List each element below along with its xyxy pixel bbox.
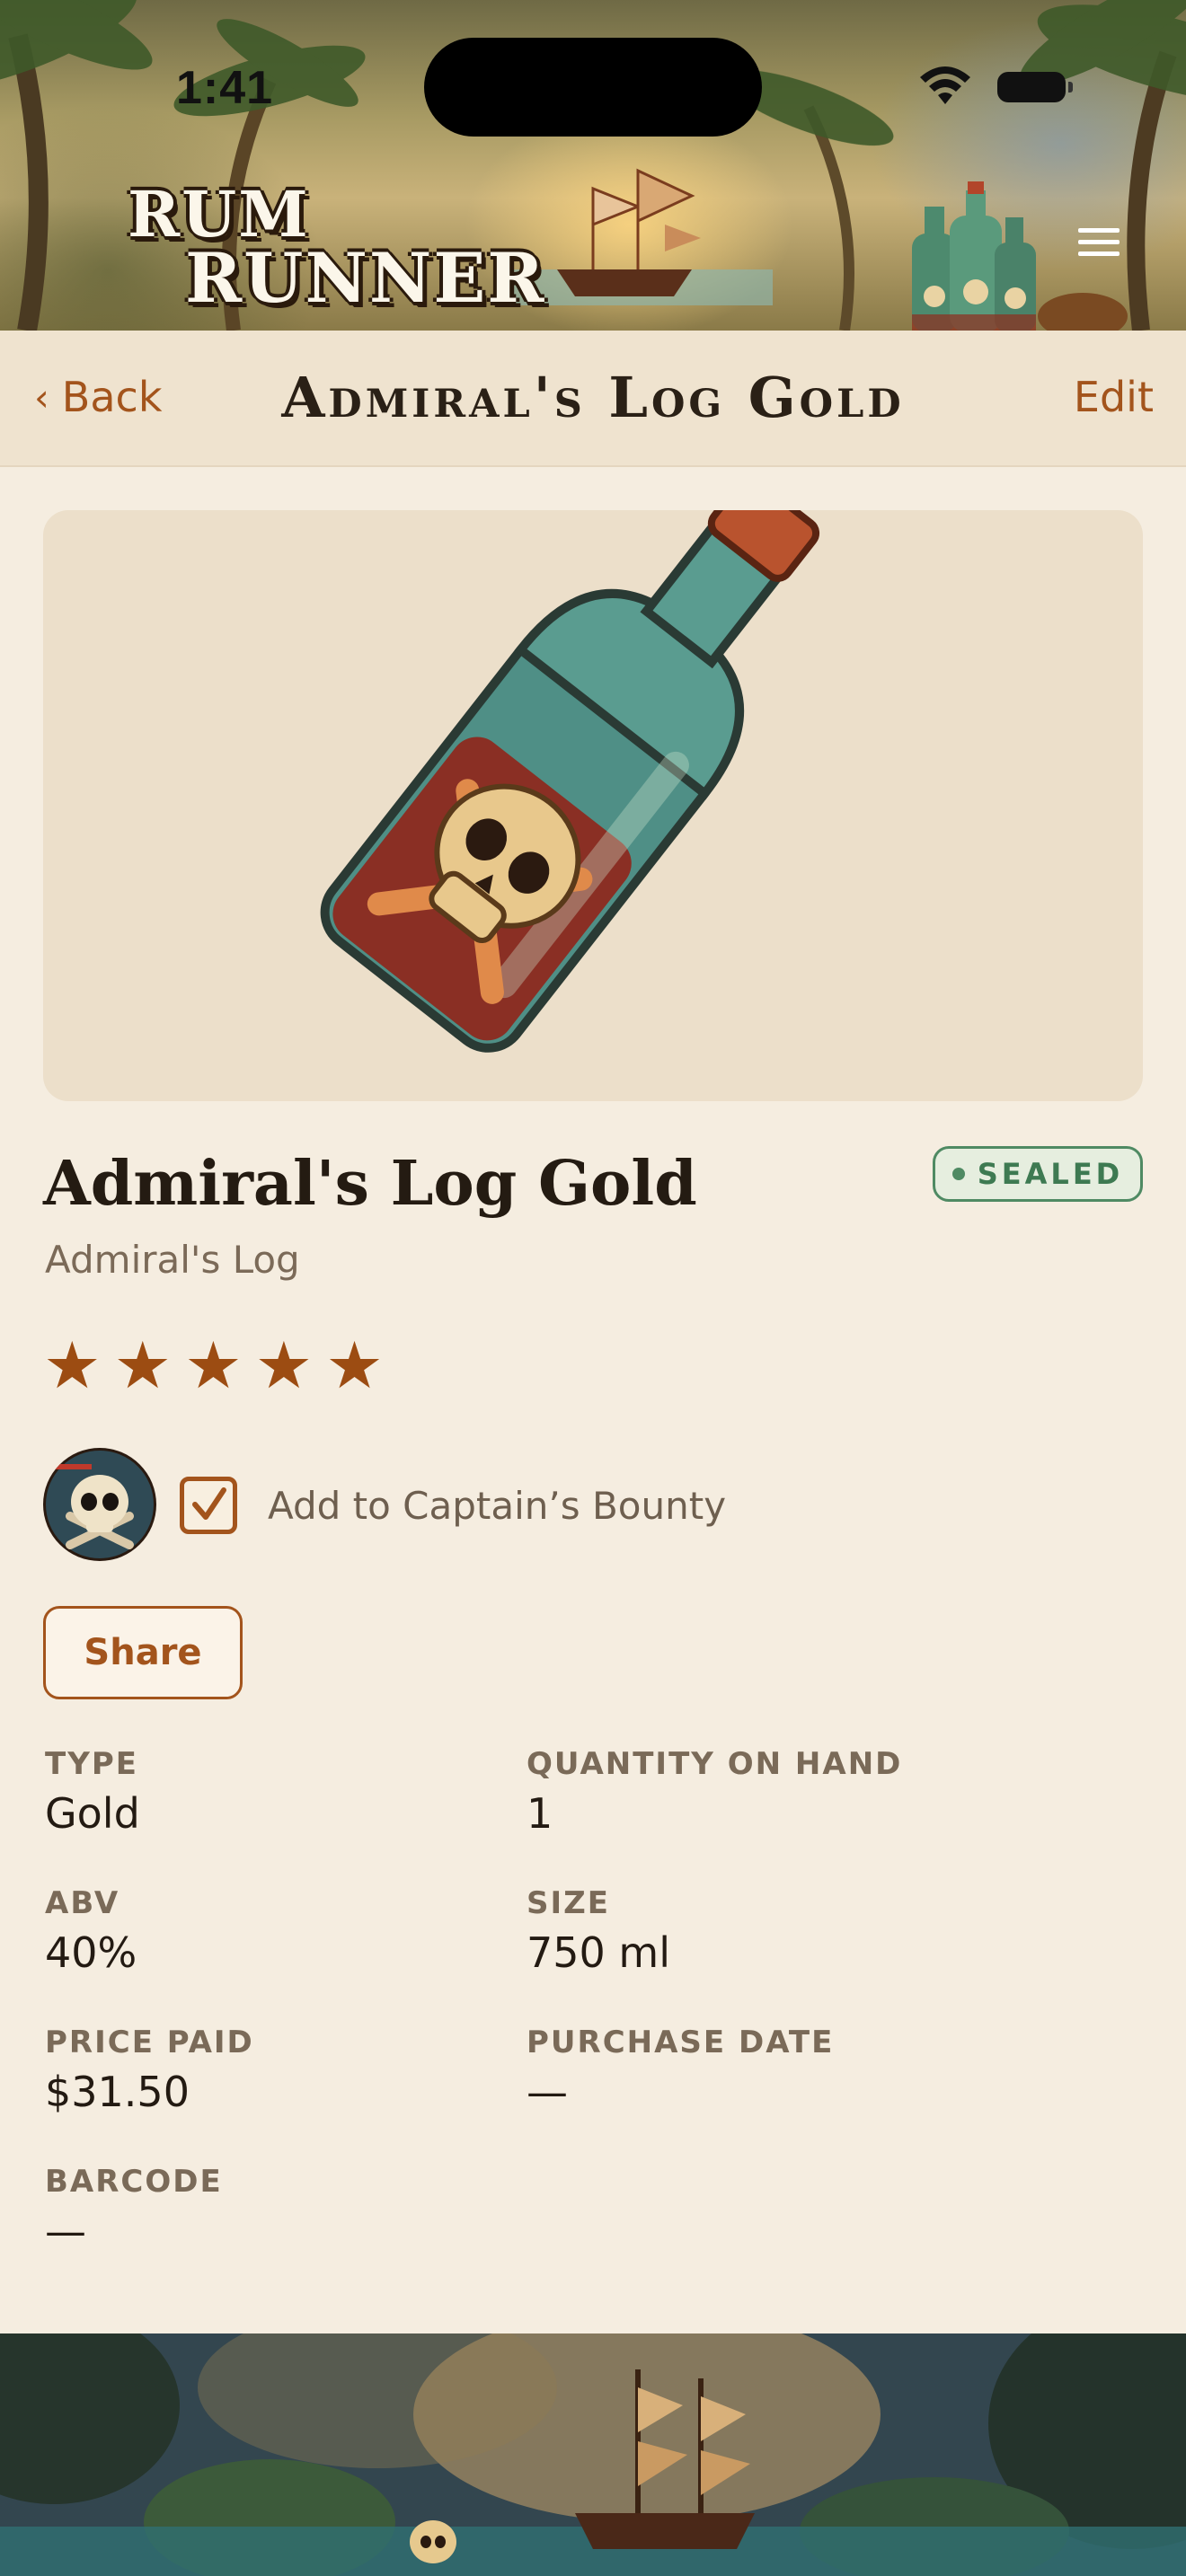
skull-crossbones-icon [43,1448,156,1561]
star-rating[interactable]: ★ ★ ★ ★ ★ [43,1333,384,1398]
product-image [43,510,1143,1101]
dynamic-island [424,38,762,137]
share-button[interactable]: Share [43,1606,243,1699]
detail-value: — [527,2068,568,2116]
star-icon[interactable]: ★ [255,1333,314,1398]
pirate-ship-cove-illustration [0,2333,1186,2576]
detail-abv: ABV 40% [45,1885,137,1977]
bounty-label: Add to Captain’s Bounty [268,1484,727,1528]
product-name: Admiral's Log Gold [43,1148,697,1220]
detail-label: BARCODE [45,2164,223,2200]
footer-illustration [0,2333,1186,2576]
detail-label: TYPE [45,1746,138,1782]
edit-button[interactable]: Edit [1074,370,1154,424]
status-badge: SEALED [933,1146,1143,1202]
rum-bottle-illustration [320,510,820,1053]
detail-value: Gold [45,1789,140,1838]
detail-label: PURCHASE DATE [527,2025,835,2060]
detail-label: ABV [45,1885,120,1921]
detail-label: SIZE [527,1885,611,1921]
rum-runner-logo: RUM RUNNER [126,180,593,323]
star-icon[interactable]: ★ [325,1333,384,1398]
detail-type: TYPE Gold [45,1746,140,1838]
detail-label: PRICE PAID [45,2025,254,2060]
detail-value: 750 ml [527,1928,671,1977]
detail-size: SIZE 750 ml [527,1885,670,1977]
detail-value: — [45,2207,86,2255]
navigation-bar: ‹ Back Admiral's Log Gold Edit [0,331,1186,467]
star-icon[interactable]: ★ [184,1333,243,1398]
detail-quantity: QUANTITY ON HAND 1 [527,1746,902,1838]
detail-label: QUANTITY ON HAND [527,1746,903,1782]
detail-purchase-date: PURCHASE DATE — [527,2025,834,2116]
back-label: Back [61,373,163,421]
captains-bounty-row: Add to Captain’s Bounty [43,1446,852,1563]
detail-value: $31.50 [45,2068,190,2116]
skull-avatar [43,1448,156,1561]
status-dot-icon [951,1168,965,1180]
star-icon[interactable]: ★ [114,1333,173,1398]
hamburger-menu-icon[interactable] [1078,228,1120,260]
chevron-left-icon: ‹ [34,375,49,419]
header-banner: 1:41 RUM RUNNER [0,0,1186,331]
detail-price-paid: PRICE PAID $31.50 [45,2025,254,2116]
logo-line2: RUNNER [185,238,546,318]
star-icon[interactable]: ★ [43,1333,102,1398]
detail-value: 1 [527,1789,553,1838]
status-badge-label: SEALED [977,1157,1124,1191]
detail-value: 40% [45,1928,137,1977]
back-button[interactable]: ‹ Back [34,370,162,424]
detail-barcode: BARCODE — [45,2164,223,2255]
logo-line1: RUM [128,177,310,251]
status-time: 1:41 [176,62,274,114]
wifi-icon [920,66,970,104]
battery-icon [997,72,1073,102]
bounty-checkbox[interactable] [180,1477,237,1534]
checkmark-icon [192,1487,226,1520]
page-title: Admiral's Log Gold [281,365,905,430]
product-brand: Admiral's Log [45,1238,300,1282]
